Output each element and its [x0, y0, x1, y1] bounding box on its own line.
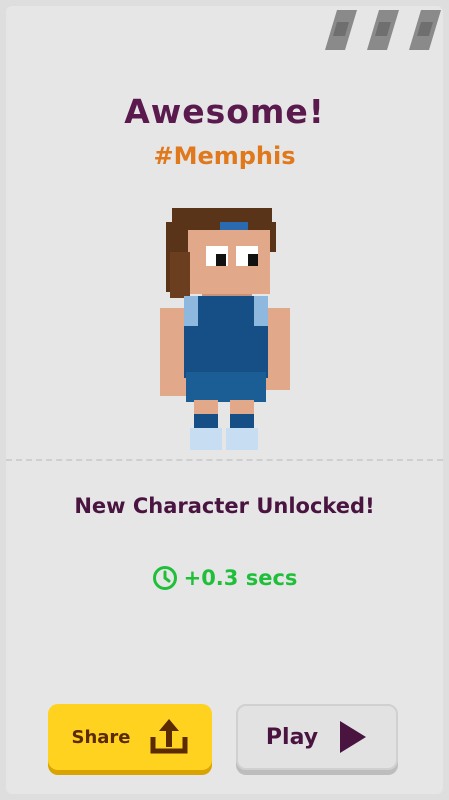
time-bonus-value: +0.3 secs	[183, 566, 298, 590]
character-sprite	[160, 208, 290, 450]
share-icon	[150, 719, 187, 754]
time-bonus: +0.3 secs	[0, 565, 449, 591]
ticket-icon	[325, 10, 357, 50]
page-title: Awesome!	[124, 92, 325, 131]
character-hashtag: #Memphis	[153, 142, 296, 170]
share-button[interactable]: Share	[48, 704, 212, 770]
share-button-label: Share	[71, 726, 131, 748]
play-button-label: Play	[265, 724, 319, 750]
divider	[6, 459, 443, 461]
ticket-icon	[409, 10, 441, 50]
ticket-icon	[367, 10, 399, 50]
clock-icon	[152, 566, 177, 590]
unlock-message: New Character Unlocked!	[74, 494, 375, 518]
tickets-indicator	[323, 8, 443, 52]
play-button[interactable]: Play	[236, 704, 398, 770]
play-icon	[340, 721, 367, 753]
